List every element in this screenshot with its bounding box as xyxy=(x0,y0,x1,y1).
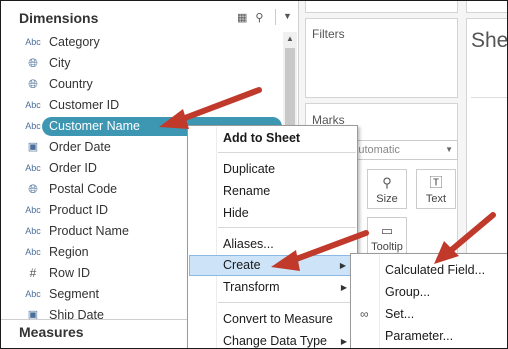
grid-view-icon[interactable]: ▦ xyxy=(237,11,247,24)
menu-item-transform[interactable]: Transform ▶ xyxy=(189,277,357,298)
string-type-icon: Abc xyxy=(25,226,41,236)
menu-item-duplicate[interactable]: Duplicate xyxy=(189,159,357,180)
field-context-menu: Add to Sheet Duplicate Rename Hide Alias… xyxy=(187,125,358,348)
chevron-up-icon[interactable]: ▲ xyxy=(283,34,297,43)
string-type-icon: Abc xyxy=(25,205,41,215)
menu-item-rename[interactable]: Rename xyxy=(189,181,357,202)
menu-item-create[interactable]: Create ▶ xyxy=(189,255,357,276)
menu-item-convert-to-measure[interactable]: Convert to Measure xyxy=(189,309,357,330)
field-label: Country xyxy=(49,77,93,91)
menu-item-calculated-field[interactable]: Calculated Field... xyxy=(352,259,507,281)
string-type-icon: Abc xyxy=(25,247,41,257)
field-label: Postal Code xyxy=(49,182,118,196)
string-type-icon: Abc xyxy=(25,121,41,131)
menu-item-change-data-type[interactable]: Change Data Type ▶ xyxy=(189,331,357,348)
number-type-icon: # xyxy=(29,266,37,280)
text-icon: 🅃︎ xyxy=(429,175,443,190)
menu-item-set[interactable]: ∞ Set... xyxy=(352,303,507,325)
menu-separator xyxy=(218,227,356,228)
string-type-icon: Abc xyxy=(25,289,41,299)
string-type-icon: Abc xyxy=(25,37,41,47)
field-label: Region xyxy=(49,245,89,259)
tooltip-button[interactable]: ▭ Tooltip xyxy=(367,217,407,257)
text-button[interactable]: 🅃︎ Text xyxy=(416,169,456,209)
columns-shelf[interactable] xyxy=(466,1,507,13)
globe-icon: 🌐︎ xyxy=(28,182,38,196)
speech-bubble-icon: ▭ xyxy=(380,223,394,238)
divider xyxy=(471,97,507,98)
field-label: Product ID xyxy=(49,203,109,217)
menu-separator xyxy=(218,152,356,153)
divider xyxy=(275,9,276,25)
set-icon: ∞ xyxy=(360,307,369,321)
menu-item-hide[interactable]: Hide xyxy=(189,203,357,224)
pages-shelf[interactable] xyxy=(305,1,458,13)
field-city[interactable]: 🌐︎ City xyxy=(1,53,283,74)
menu-item-create-label: Create xyxy=(223,258,261,272)
field-label: City xyxy=(49,56,71,70)
size-button[interactable]: ⚲ Size xyxy=(367,169,407,209)
dimensions-tools: ▦ ⚲ xyxy=(237,11,263,24)
chevron-right-icon: ▶ xyxy=(339,261,346,270)
chevron-down-icon: ▼ xyxy=(445,145,453,154)
globe-icon: 🌐︎ xyxy=(28,77,38,91)
field-label: Row ID xyxy=(49,266,90,280)
field-label: Customer Name xyxy=(49,119,140,133)
app-window: Dimensions ▦ ⚲ ▼ Abc Category 🌐︎ City 🌐︎… xyxy=(0,0,508,349)
field-label: Category xyxy=(49,35,100,49)
menu-item-parameter[interactable]: Parameter... xyxy=(352,325,507,347)
size-icon: ⚲ xyxy=(382,175,392,190)
menu-item-group[interactable]: Group... xyxy=(352,281,507,303)
globe-icon: 🌐︎ xyxy=(28,56,38,70)
menu-item-aliases[interactable]: Aliases... xyxy=(189,234,357,255)
string-type-icon: Abc xyxy=(25,163,41,173)
field-category[interactable]: Abc Category xyxy=(1,32,283,53)
size-label: Size xyxy=(376,193,398,205)
menu-item-change-data-type-label: Change Data Type xyxy=(223,334,328,348)
text-label: Text xyxy=(425,193,447,205)
tooltip-label: Tooltip xyxy=(371,241,403,253)
menu-item-set-label: Set... xyxy=(385,307,415,321)
create-submenu: Calculated Field... Group... ∞ Set... Pa… xyxy=(350,253,507,348)
string-type-icon: Abc xyxy=(25,100,41,110)
chevron-down-icon[interactable]: ▼ xyxy=(283,11,292,21)
field-label: Order ID xyxy=(49,161,97,175)
chevron-right-icon: ▶ xyxy=(340,283,347,292)
chevron-right-icon: ▶ xyxy=(340,337,347,346)
dimensions-title: Dimensions xyxy=(19,10,99,26)
mark-type-value: Automatic xyxy=(351,144,400,156)
calendar-icon: ▣ xyxy=(27,141,39,153)
field-country[interactable]: 🌐︎ Country xyxy=(1,74,283,95)
field-label: Order Date xyxy=(49,140,111,154)
filters-shelf[interactable]: Filters xyxy=(305,18,458,98)
field-label: Customer ID xyxy=(49,98,120,112)
field-label: Product Name xyxy=(49,224,129,238)
dimensions-header: Dimensions ▦ ⚲ ▼ xyxy=(1,1,299,33)
mark-type-select[interactable]: Automatic ▼ xyxy=(346,140,458,160)
field-customer-id[interactable]: Abc Customer ID xyxy=(1,95,283,116)
field-label: Segment xyxy=(49,287,100,301)
search-icon[interactable]: ⚲ xyxy=(255,11,263,24)
filters-title: Filters xyxy=(312,27,345,41)
menu-separator xyxy=(218,302,356,303)
sheet-title[interactable]: Sheet 1 xyxy=(471,29,507,53)
menu-item-add-to-sheet[interactable]: Add to Sheet xyxy=(189,128,357,149)
menu-item-transform-label: Transform xyxy=(223,280,280,294)
measures-title: Measures xyxy=(19,324,84,340)
